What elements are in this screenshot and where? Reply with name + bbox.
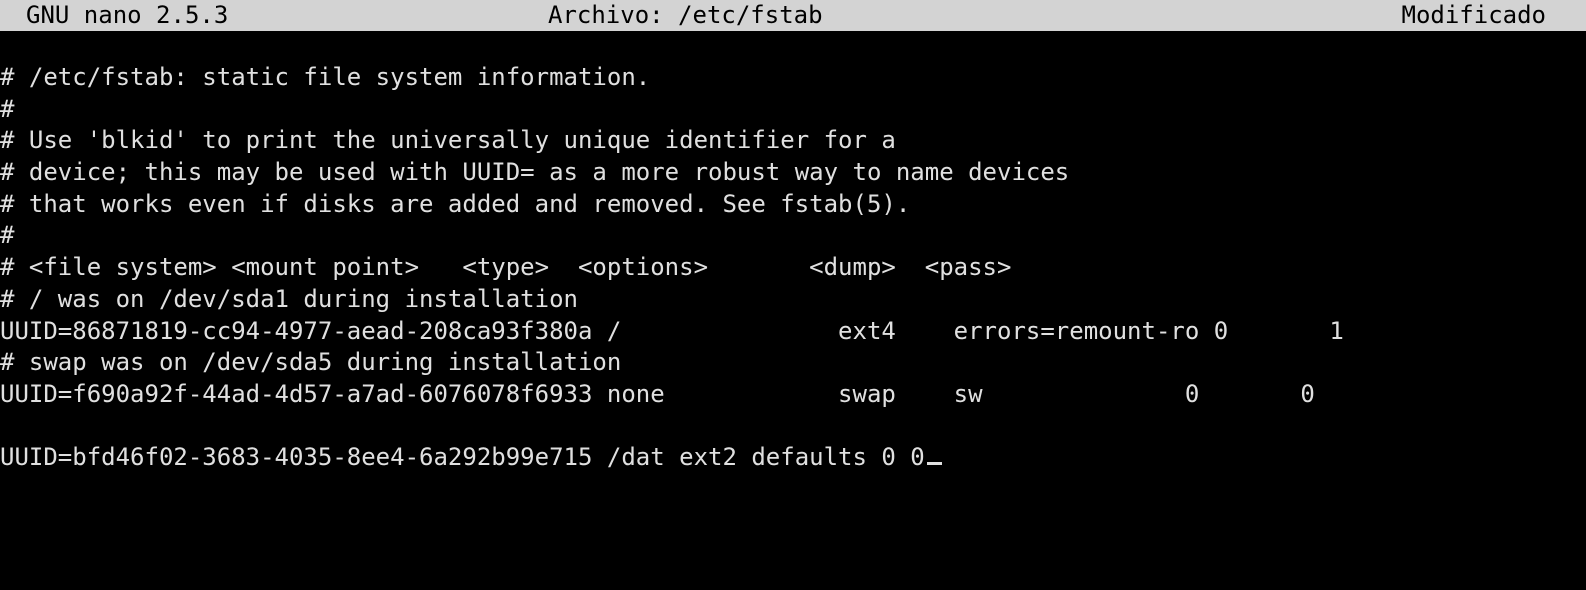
editor-line[interactable]: # <file system> <mount point> <type> <op… bbox=[0, 252, 1586, 284]
editor-line[interactable]: # bbox=[0, 220, 1586, 252]
editor-line-text: UUID=86871819-cc94-4977-aead-208ca93f380… bbox=[0, 316, 1344, 345]
editor-line[interactable]: # bbox=[0, 94, 1586, 126]
editor-line-text: # that works even if disks are added and… bbox=[0, 189, 911, 218]
text-editor-area[interactable]: # /etc/fstab: static file system informa… bbox=[0, 62, 1586, 474]
editor-line[interactable]: # / was on /dev/sda1 during installation bbox=[0, 284, 1586, 316]
editor-line-text: # <file system> <mount point> <type> <op… bbox=[0, 253, 1012, 282]
editor-line[interactable]: # swap was on /dev/sda5 during installat… bbox=[0, 347, 1586, 379]
editor-line[interactable]: # that works even if disks are added and… bbox=[0, 189, 1586, 221]
editor-line-text: # device; this may be used with UUID= as… bbox=[0, 158, 1070, 187]
editor-line-text: # Use 'blkid' to print the universally u… bbox=[0, 126, 896, 155]
editor-line-text: # / was on /dev/sda1 during installation bbox=[0, 284, 578, 313]
editor-line-text: UUID=f690a92f-44ad-4d57-a7ad-6076078f693… bbox=[0, 379, 1315, 408]
editor-line[interactable]: # device; this may be used with UUID= as… bbox=[0, 157, 1586, 189]
editor-line[interactable]: # Use 'blkid' to print the universally u… bbox=[0, 125, 1586, 157]
editor-line[interactable]: UUID=86871819-cc94-4977-aead-208ca93f380… bbox=[0, 316, 1586, 348]
editor-line-text: # /etc/fstab: static file system informa… bbox=[0, 63, 651, 91]
editor-line[interactable]: # /etc/fstab: static file system informa… bbox=[0, 62, 1586, 94]
file-name-label: Archivo: /etc/fstab bbox=[548, 1, 823, 29]
nano-title-bar: GNU nano 2.5.3 Archivo: /etc/fstab Modif… bbox=[0, 0, 1586, 31]
app-version-label: GNU nano 2.5.3 bbox=[26, 1, 229, 29]
editor-line-text: UUID=bfd46f02-3683-4035-8ee4-6a292b99e71… bbox=[0, 443, 925, 472]
modified-status-label: Modificado bbox=[1401, 1, 1547, 29]
editor-line-text: # bbox=[0, 221, 15, 250]
editor-line[interactable] bbox=[0, 411, 1586, 443]
text-cursor bbox=[926, 462, 942, 466]
editor-line-text: # bbox=[0, 94, 15, 123]
editor-line[interactable]: UUID=bfd46f02-3683-4035-8ee4-6a292b99e71… bbox=[0, 442, 1586, 474]
editor-line[interactable]: UUID=f690a92f-44ad-4d57-a7ad-6076078f693… bbox=[0, 379, 1586, 411]
editor-line-text: # swap was on /dev/sda5 during installat… bbox=[0, 348, 622, 377]
